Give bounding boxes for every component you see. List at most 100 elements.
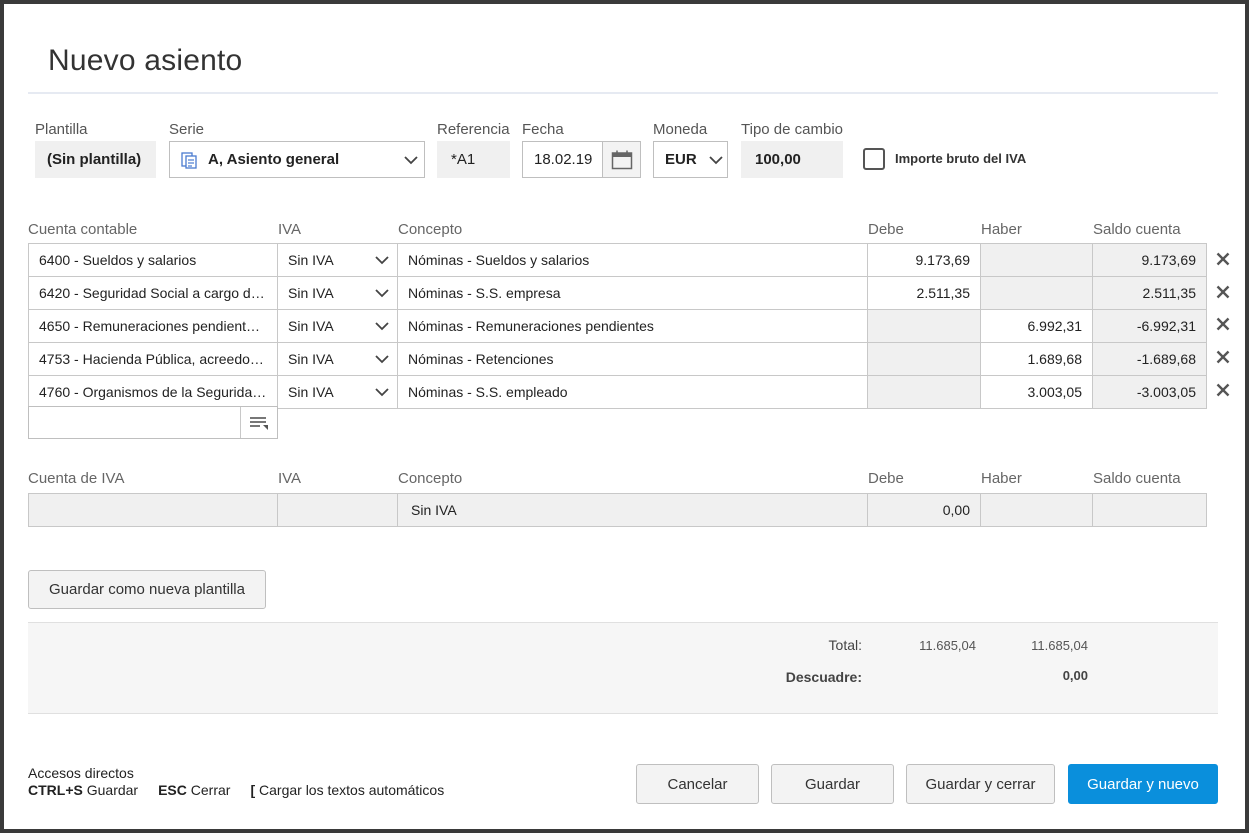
descuadre-label: Descuadre: bbox=[785, 669, 862, 685]
haber-cell[interactable]: 6.992,31 bbox=[980, 309, 1093, 343]
chevron-down-icon bbox=[375, 353, 389, 365]
tipo-cambio-label: Tipo de cambio bbox=[741, 121, 843, 138]
saldo-cell: -6.992,31 bbox=[1092, 309, 1207, 343]
referencia-field[interactable]: *A1 bbox=[437, 141, 510, 178]
iva-value: Sin IVA bbox=[288, 285, 334, 301]
col-debe-header: Debe bbox=[868, 221, 904, 238]
chevron-down-icon bbox=[375, 320, 389, 332]
moneda-value: EUR bbox=[665, 151, 697, 168]
new-line-row bbox=[28, 406, 278, 439]
concepto-cell[interactable]: Nóminas - Remuneraciones pendientes bbox=[397, 309, 868, 343]
concepto-cell[interactable]: Nóminas - S.S. empresa bbox=[397, 276, 868, 310]
delete-row-icon[interactable] bbox=[1213, 380, 1233, 400]
serie-value: A, Asiento general bbox=[208, 151, 340, 168]
saldo-cell: 9.173,69 bbox=[1092, 243, 1207, 277]
table-row: 6400 - Sueldos y salarios Sin IVA Nóminas … bbox=[28, 243, 1207, 277]
vat-debe-cell: 0,00 bbox=[867, 493, 981, 527]
delete-row-icon[interactable] bbox=[1213, 347, 1233, 367]
table-row: 4760 - Organismos de la Seguridad Social… bbox=[28, 375, 1207, 409]
table-row: 4753 - Hacienda Pública, acreedora por r… bbox=[28, 342, 1207, 376]
chevron-down-icon bbox=[375, 254, 389, 266]
auto-text-list-icon[interactable] bbox=[240, 407, 277, 438]
vat-iva-cell bbox=[277, 493, 398, 527]
importe-bruto-label: Importe bruto del IVA bbox=[895, 151, 1027, 166]
col-haber-header: Haber bbox=[981, 221, 1022, 238]
new-entry-dialog: Nuevo asiento Plantilla Serie Referencia… bbox=[4, 4, 1245, 829]
haber-cell[interactable] bbox=[980, 276, 1093, 310]
chevron-down-icon bbox=[404, 154, 418, 166]
col-iva-header: IVA bbox=[278, 221, 302, 238]
save-and-new-button[interactable]: Guardar y nuevo bbox=[1068, 764, 1218, 804]
concepto-cell[interactable]: Nóminas - Sueldos y salarios bbox=[397, 243, 868, 277]
save-button[interactable]: Guardar bbox=[771, 764, 894, 804]
delete-row-icon[interactable] bbox=[1213, 314, 1233, 334]
iva-select[interactable]: Sin IVA bbox=[277, 375, 398, 409]
vat-col-debe-header: Debe bbox=[868, 470, 904, 487]
col-cuenta-header: Cuenta contable bbox=[28, 221, 138, 238]
vat-cuenta-cell bbox=[28, 493, 278, 527]
chevron-down-icon bbox=[709, 154, 723, 166]
cuenta-cell[interactable]: 4760 - Organismos de la Seguridad Social… bbox=[28, 375, 278, 409]
cancel-button[interactable]: Cancelar bbox=[636, 764, 759, 804]
debe-cell[interactable] bbox=[867, 342, 981, 376]
save-as-template-button[interactable]: Guardar como nueva plantilla bbox=[28, 570, 266, 609]
saldo-cell: -3.003,05 bbox=[1092, 375, 1207, 409]
iva-value: Sin IVA bbox=[288, 318, 334, 334]
serie-select[interactable]: A, Asiento general bbox=[169, 141, 425, 178]
entry-lines-table: 6400 - Sueldos y salarios Sin IVA Nóminas … bbox=[28, 243, 1207, 409]
iva-value: Sin IVA bbox=[288, 384, 334, 400]
iva-select[interactable]: Sin IVA bbox=[277, 342, 398, 376]
cuenta-cell[interactable]: 4753 - Hacienda Pública, acreedora por r… bbox=[28, 342, 278, 376]
descuadre-value: 0,00 bbox=[1062, 668, 1088, 683]
vat-saldo-cell bbox=[1092, 493, 1207, 527]
shortcuts-title: Accesos directos bbox=[28, 765, 134, 781]
tipo-cambio-field[interactable]: 100,00 bbox=[741, 141, 843, 178]
saldo-cell: -1.689,68 bbox=[1092, 342, 1207, 376]
debe-cell[interactable]: 2.511,35 bbox=[867, 276, 981, 310]
title-divider bbox=[28, 92, 1218, 94]
iva-select[interactable]: Sin IVA bbox=[277, 309, 398, 343]
total-haber-value: 11.685,04 bbox=[1031, 638, 1088, 653]
vat-col-saldo-header: Saldo cuenta bbox=[1093, 470, 1181, 487]
haber-cell[interactable] bbox=[980, 243, 1093, 277]
debe-cell[interactable]: 9.173,69 bbox=[867, 243, 981, 277]
referencia-label: Referencia bbox=[437, 121, 510, 138]
vat-col-iva-header: IVA bbox=[278, 470, 302, 487]
vat-col-haber-header: Haber bbox=[981, 470, 1022, 487]
plantilla-label: Plantilla bbox=[35, 121, 88, 138]
debe-cell[interactable] bbox=[867, 375, 981, 409]
fecha-value: 18.02.19 bbox=[534, 151, 593, 168]
iva-select[interactable]: Sin IVA bbox=[277, 276, 398, 310]
concepto-cell[interactable]: Nóminas - S.S. empleado bbox=[397, 375, 868, 409]
calendar-icon[interactable] bbox=[602, 142, 640, 177]
vat-col-concepto-header: Concepto bbox=[398, 470, 463, 487]
iva-value: Sin IVA bbox=[288, 252, 334, 268]
moneda-select[interactable]: EUR bbox=[653, 141, 728, 178]
cuenta-cell[interactable]: 4650 - Remuneraciones pendientes de pago bbox=[28, 309, 278, 343]
totals-panel: Total: 11.685,04 11.685,04 Descuadre: 0,… bbox=[28, 622, 1218, 714]
iva-value: Sin IVA bbox=[288, 351, 334, 367]
col-concepto-header: Concepto bbox=[398, 221, 463, 238]
moneda-label: Moneda bbox=[653, 121, 708, 138]
shortcuts-list: CTRL+S Guardar ESC Cerrar [ Cargar los t… bbox=[28, 782, 444, 798]
importe-bruto-checkbox[interactable] bbox=[863, 148, 885, 170]
chevron-down-icon bbox=[375, 287, 389, 299]
fecha-field[interactable]: 18.02.19 bbox=[522, 141, 641, 178]
delete-row-icon[interactable] bbox=[1213, 249, 1233, 269]
plantilla-field[interactable]: (Sin plantilla) bbox=[35, 141, 156, 178]
dialog-title: Nuevo asiento bbox=[48, 44, 243, 77]
haber-cell[interactable]: 1.689,68 bbox=[980, 342, 1093, 376]
serie-document-icon bbox=[180, 151, 198, 169]
cuenta-cell[interactable]: 6420 - Seguridad Social a cargo de la em… bbox=[28, 276, 278, 310]
iva-select[interactable]: Sin IVA bbox=[277, 243, 398, 277]
debe-cell[interactable] bbox=[867, 309, 981, 343]
table-row: 4650 - Remuneraciones pendientes de pago… bbox=[28, 309, 1207, 343]
save-and-close-button[interactable]: Guardar y cerrar bbox=[906, 764, 1055, 804]
delete-column bbox=[1213, 243, 1237, 406]
haber-cell[interactable]: 3.003,05 bbox=[980, 375, 1093, 409]
concepto-cell[interactable]: Nóminas - Retenciones bbox=[397, 342, 868, 376]
shortcut-close: ESC Cerrar bbox=[158, 782, 231, 798]
table-row: 6420 - Seguridad Social a cargo de la em… bbox=[28, 276, 1207, 310]
delete-row-icon[interactable] bbox=[1213, 282, 1233, 302]
cuenta-cell[interactable]: 6400 - Sueldos y salarios bbox=[28, 243, 278, 277]
